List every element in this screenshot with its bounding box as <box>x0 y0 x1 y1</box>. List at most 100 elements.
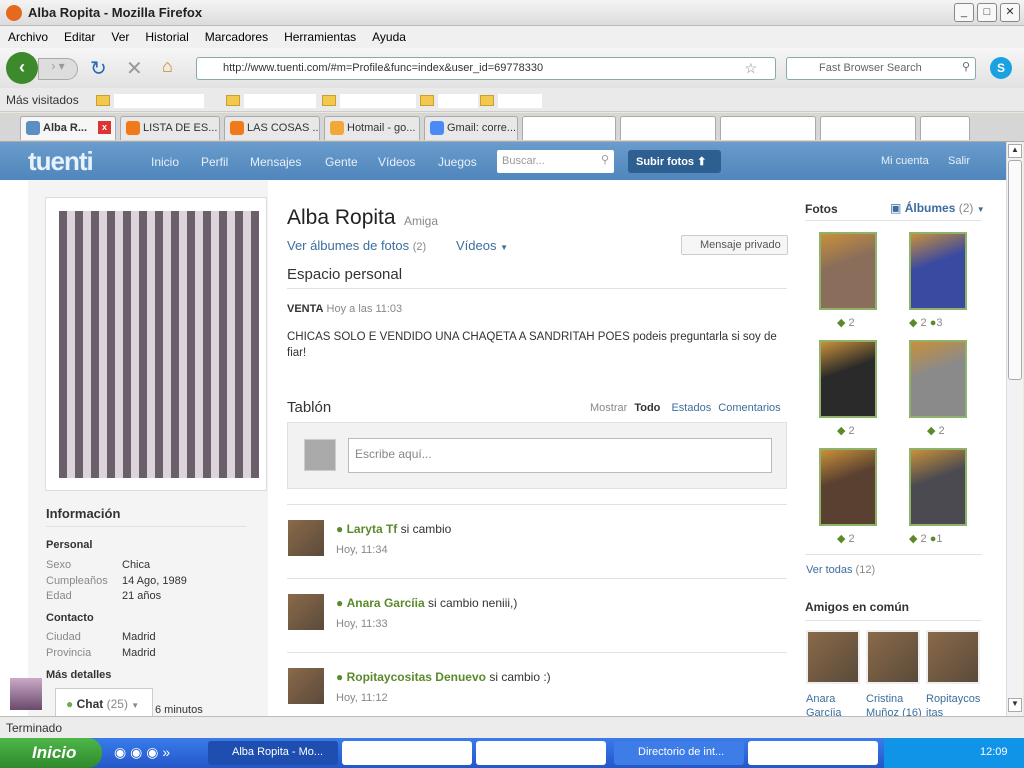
info-labels-contact: Ciudad Provincia <box>46 631 92 659</box>
start-button[interactable]: Inicio <box>0 738 102 768</box>
friend-name[interactable]: Cristina Muñoz (16) <box>866 692 924 716</box>
private-message-button[interactable]: Mensaje privado <box>681 235 788 255</box>
url-bar[interactable]: http://www.tuenti.com/#m=Profile&func=in… <box>196 57 776 80</box>
tab-blank[interactable] <box>620 116 716 140</box>
filter-all[interactable]: Todo <box>634 402 660 414</box>
tab-blank[interactable] <box>920 116 970 140</box>
tab-gmail[interactable]: Gmail: corre... <box>424 116 518 140</box>
tab-blank[interactable] <box>720 116 816 140</box>
search-icon[interactable]: ⚲ <box>601 153 609 166</box>
upload-photos-button[interactable]: Subir fotos ⬆ <box>628 150 721 173</box>
forward-button[interactable]: › ▾ <box>38 58 78 80</box>
photo-thumbnail[interactable] <box>819 232 877 310</box>
bookmark-folder[interactable] <box>96 93 204 108</box>
nav-mensajes[interactable]: Mensajes <box>250 155 301 169</box>
photo-thumbnail[interactable] <box>909 448 967 526</box>
search-bar[interactable]: Fast Browser Search ⚲ <box>786 57 976 80</box>
photo-thumbnail[interactable] <box>909 340 967 418</box>
stop-icon[interactable]: ✕ <box>126 56 143 81</box>
tab-hotmail[interactable]: Hotmail - go... <box>324 116 420 140</box>
close-button[interactable]: ✕ <box>1000 3 1020 22</box>
menu-ayuda[interactable]: Ayuda <box>364 26 414 48</box>
friend-avatar[interactable] <box>806 630 860 684</box>
albums-link[interactable]: Ver álbumes de fotos (2) <box>287 238 426 253</box>
nav-my-account[interactable]: Mi cuenta <box>881 155 929 167</box>
menu-ver[interactable]: Ver <box>103 26 137 48</box>
tab-blank[interactable] <box>522 116 616 140</box>
chat-avatar[interactable] <box>10 678 42 710</box>
post-avatar[interactable] <box>288 594 324 630</box>
friend-avatar[interactable] <box>866 630 920 684</box>
profile-name: Alba Ropita <box>287 206 396 229</box>
post-avatar[interactable] <box>288 668 324 704</box>
minimize-button[interactable]: _ <box>954 3 974 22</box>
post-author[interactable]: Ropitaycositas Denuevo <box>347 670 486 684</box>
nav-videos[interactable]: Vídeos <box>378 155 415 169</box>
bookmark-most-visited[interactable]: Más visitados <box>6 93 79 107</box>
nav-logout[interactable]: Salir <box>948 155 970 167</box>
tab-alba[interactable]: Alba R... x <box>20 116 116 140</box>
wall-filters: Mostrar Todo Estados Comentarios <box>590 402 781 414</box>
bookmark-folder[interactable] <box>420 93 478 108</box>
nav-juegos[interactable]: Juegos <box>438 155 477 169</box>
nav-inicio[interactable]: Inicio <box>151 155 179 169</box>
info-more-details[interactable]: Más detalles <box>46 669 111 681</box>
nav-gente[interactable]: Gente <box>325 155 358 169</box>
bookmark-folder[interactable] <box>480 93 542 108</box>
tab-lista[interactable]: LISTA DE ES... <box>120 116 220 140</box>
menu-historial[interactable]: Historial <box>137 26 196 48</box>
menu-archivo[interactable]: Archivo <box>0 26 56 48</box>
bookmark-star-icon[interactable]: ☆ <box>744 60 757 77</box>
post-time: Hoy, 11:34 <box>336 544 388 556</box>
profile-photo-image <box>59 211 259 478</box>
maximize-button[interactable]: □ <box>977 3 997 22</box>
tag-icon: ◆ <box>837 533 846 545</box>
bookmark-folder[interactable] <box>226 93 316 108</box>
task-directory[interactable]: Directorio de int... <box>614 741 744 765</box>
scroll-down-button[interactable]: ▼ <box>1008 698 1022 712</box>
quicklaunch-icons[interactable]: ◉ ◉ ◉ » <box>114 744 170 761</box>
friend-name[interactable]: Anara Garcíia <box>806 692 864 716</box>
menu-marcadores[interactable]: Marcadores <box>197 26 276 48</box>
scroll-thumb[interactable] <box>1008 160 1022 380</box>
back-button[interactable]: ‹ <box>6 52 38 84</box>
photo-thumbnail[interactable] <box>819 340 877 418</box>
home-icon[interactable]: ⌂ <box>162 56 173 77</box>
tab-cosas[interactable]: LAS COSAS ... <box>224 116 320 140</box>
task-firefox[interactable]: Alba Ropita - Mo... <box>208 741 338 765</box>
wall-input[interactable]: Escribe aquí... <box>348 438 772 473</box>
search-icon[interactable]: ⚲ <box>962 60 970 73</box>
nav-perfil[interactable]: Perfil <box>201 155 228 169</box>
site-search-input[interactable]: Buscar... ⚲ <box>497 150 614 173</box>
tab-blank[interactable] <box>820 116 916 140</box>
friends-title: Amigos en común <box>805 600 910 614</box>
chat-button[interactable]: ● Chat (25) ▼ <box>55 688 153 716</box>
bookmark-folder[interactable] <box>322 93 416 108</box>
task-blank[interactable] <box>476 741 606 765</box>
tuenti-logo[interactable]: tuenti <box>28 146 94 177</box>
menu-herramientas[interactable]: Herramientas <box>276 26 364 48</box>
task-blank[interactable] <box>748 741 878 765</box>
profile-photo[interactable] <box>45 197 267 491</box>
skype-icon[interactable]: S <box>990 57 1012 79</box>
scrollbar[interactable]: ▲ ▼ <box>1006 142 1023 716</box>
close-tab-icon[interactable]: x <box>98 121 111 134</box>
post-avatar[interactable] <box>288 520 324 556</box>
photo-thumbnail[interactable] <box>909 232 967 310</box>
task-blank[interactable] <box>342 741 472 765</box>
videos-dropdown[interactable]: Vídeos ▼ <box>456 238 508 253</box>
friend-name[interactable]: Ropitaycos itas <box>926 692 984 716</box>
wall-post: ● Laryta Tf si cambio <box>336 522 452 536</box>
see-all-photos-link[interactable]: Ver todas (12) <box>806 564 875 576</box>
albums-dropdown[interactable]: ▣ Álbumes (2) ▼ <box>890 201 985 215</box>
friend-avatar[interactable] <box>926 630 980 684</box>
post-author[interactable]: Anara Garcíia <box>347 596 425 610</box>
filter-status[interactable]: Estados <box>671 402 711 414</box>
filter-comments[interactable]: Comentarios <box>718 402 780 414</box>
reload-icon[interactable]: ↻ <box>90 56 107 81</box>
photo-thumbnail[interactable] <box>819 448 877 526</box>
post-author[interactable]: Laryta Tf <box>347 522 398 536</box>
scroll-up-button[interactable]: ▲ <box>1008 144 1022 158</box>
menu-editar[interactable]: Editar <box>56 26 103 48</box>
info-contacto: Contacto <box>46 612 94 624</box>
